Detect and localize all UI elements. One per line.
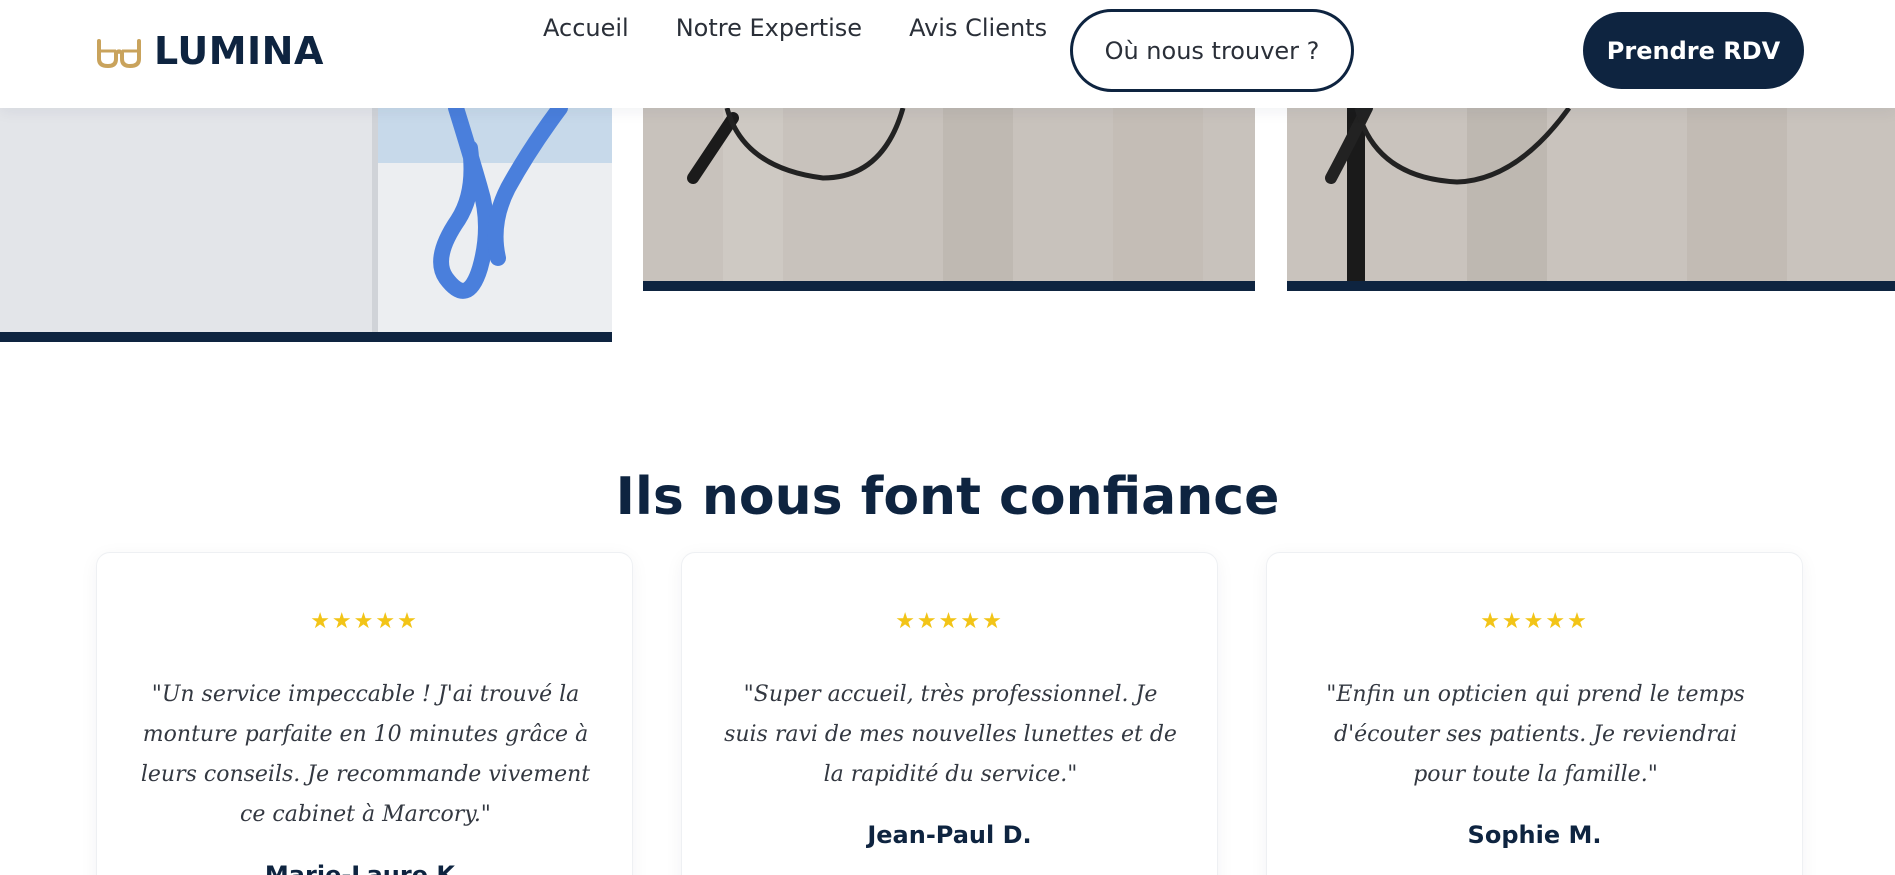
brand-logo[interactable]: LUMINA [96,29,324,73]
gallery-image-round-glasses-close [1287,108,1895,291]
review-quote: "Super accueil, très professionnel. Je s… [724,682,1177,787]
testimonials-title: Ils nous font confiance [615,467,1280,527]
gallery-image-round-glasses [643,108,1255,291]
review-author: Sophie M. [1467,821,1602,849]
rating-stars: ★★★★★ [310,609,419,634]
find-us-button[interactable]: Où nous trouver ? [1070,9,1354,92]
rating-stars: ★★★★★ [1480,609,1589,634]
book-appointment-button[interactable]: Prendre RDV [1583,12,1804,89]
review-card: ★★★★★ "Super accueil, très professionnel… [681,552,1218,875]
review-author: Jean-Paul D. [867,821,1032,849]
site-header: LUMINA Accueil Notre Expertise Avis Clie… [0,0,1895,108]
main-nav: Accueil Notre Expertise Avis Clients [543,14,1047,42]
review-quote: "Un service impeccable ! J'ai trouvé la … [140,682,591,827]
review-card: ★★★★★ "Un service impeccable ! J'ai trou… [96,552,633,875]
nav-link-avis[interactable]: Avis Clients [909,14,1047,42]
review-author: Marie-Laure K. [264,861,465,875]
gallery-image-blue-frames [0,108,612,342]
nav-link-expertise[interactable]: Notre Expertise [676,14,862,42]
glasses-icon [97,39,141,68]
rating-stars: ★★★★★ [895,609,1004,634]
review-quote: "Enfin un opticien qui prend le temps d'… [1326,682,1745,787]
review-card: ★★★★★ "Enfin un opticien qui prend le te… [1266,552,1803,875]
nav-link-accueil[interactable]: Accueil [543,14,629,42]
brand-name: LUMINA [154,29,324,73]
